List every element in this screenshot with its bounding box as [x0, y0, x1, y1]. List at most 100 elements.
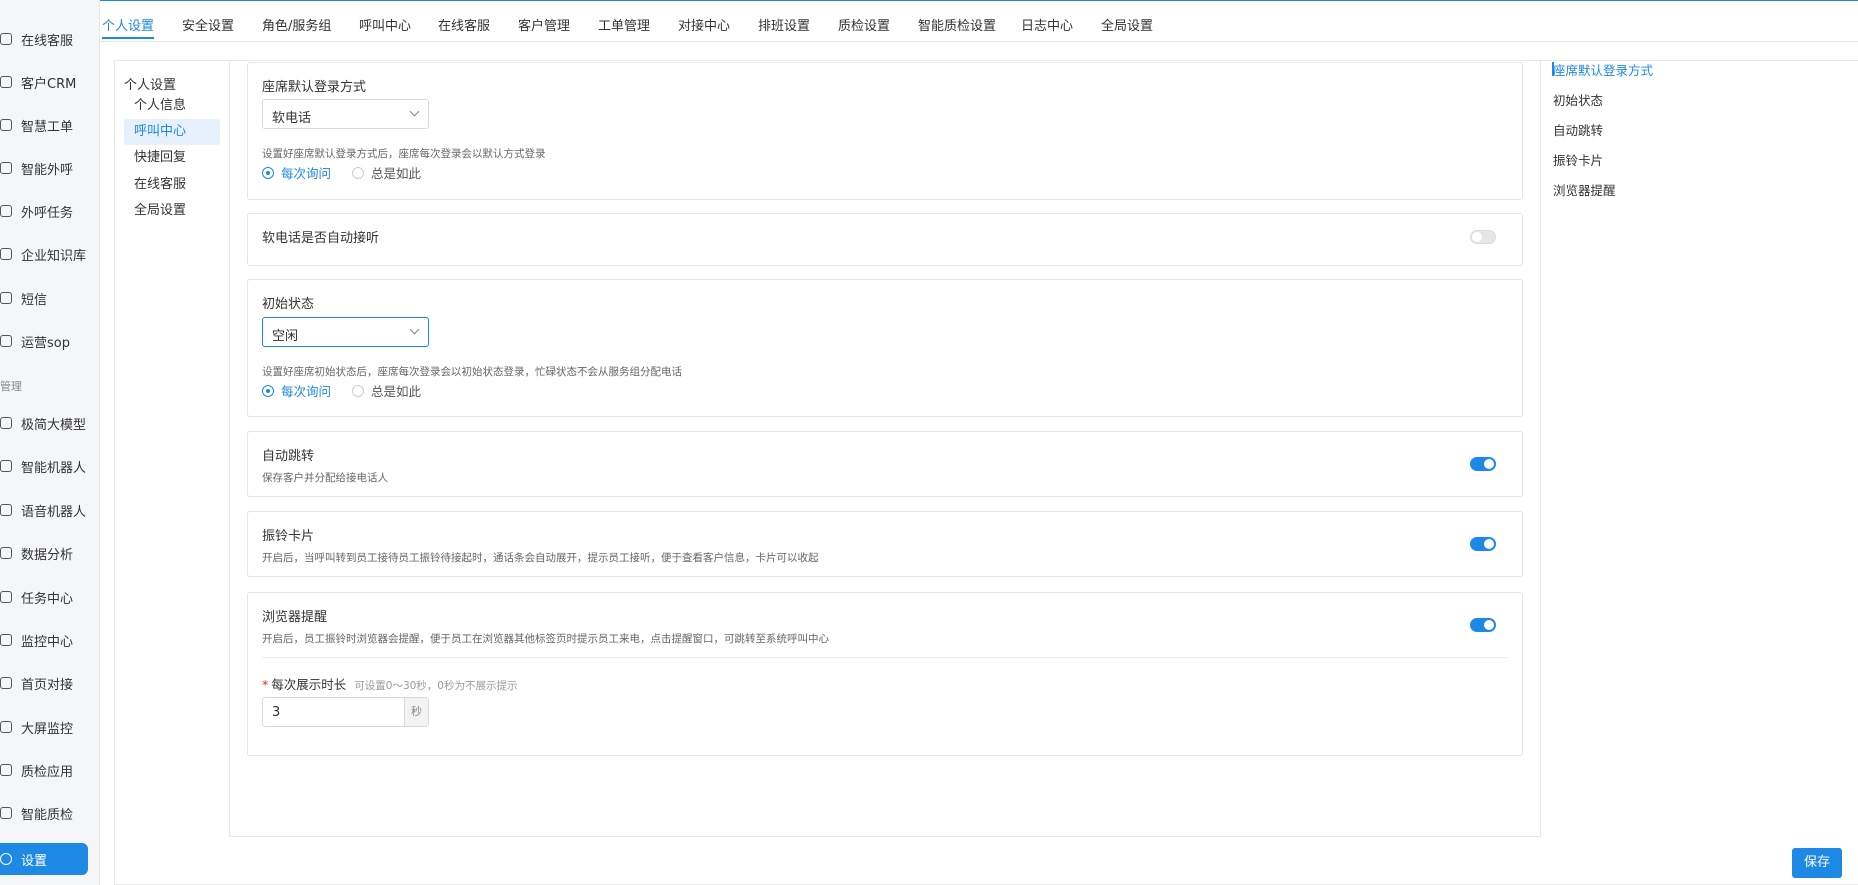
anchor-browser-alert[interactable]: 浏览器提醒 [1553, 180, 1616, 199]
sidebar-item-analytics[interactable]: 数据分析 [0, 537, 100, 569]
toggle-knob [1484, 539, 1494, 549]
radio-dot [262, 384, 274, 397]
sidebar-item-robot[interactable]: 智能机器人 [0, 450, 100, 482]
sidebar-item-settings[interactable]: 设置 [0, 843, 88, 875]
initial-radio-ask[interactable]: 每次询问 [262, 381, 331, 400]
login-radio-always[interactable]: 总是如此 [352, 163, 421, 182]
flow-icon [0, 335, 12, 347]
auto-answer-toggle[interactable] [1470, 230, 1496, 244]
monitor-icon [0, 634, 12, 646]
save-button[interactable]: 保存 [1792, 848, 1842, 878]
ring-card-card: 振铃卡片 开启后，当呼叫转到员工接待员工振铃待接起时，通话条会自动展开，提示员工… [247, 511, 1523, 577]
duration-hint: 可设置0～30秒，0秒为不展示提示 [354, 680, 518, 692]
sidebar-item-voice-robot[interactable]: 语音机器人 [0, 494, 100, 526]
sidebar-item-crm[interactable]: 客户CRM [0, 66, 100, 98]
gear-icon [0, 853, 12, 865]
initial-radio-always[interactable]: 总是如此 [352, 381, 421, 400]
anchor-ring-card[interactable]: 振铃卡片 [1553, 150, 1603, 169]
radio-label: 每次询问 [281, 384, 332, 399]
subnav-item-online-service[interactable]: 在线客服 [124, 172, 220, 198]
ring-card-toggle[interactable] [1470, 537, 1496, 551]
sidebar-item-llm[interactable]: 极简大模型 [0, 407, 100, 439]
smart-quality-icon [0, 807, 12, 819]
tab-roles[interactable]: 角色/服务组 [262, 15, 331, 34]
sidebar-item-online-service[interactable]: 在线客服 [0, 23, 100, 55]
auto-transfer-title: 自动跳转 [262, 449, 315, 464]
radio-dot [352, 384, 364, 397]
anchor-initial-state[interactable]: 初始状态 [1553, 90, 1603, 109]
left-sidebar: 在线客服 客户CRM 智慧工单 智能外呼 外呼任务 企业知识库 短信 运营sop… [0, 0, 100, 885]
tab-ticket[interactable]: 工单管理 [598, 15, 650, 34]
tab-customer[interactable]: 客户管理 [518, 15, 570, 34]
browser-alert-toggle[interactable] [1470, 618, 1496, 632]
sidebar-group-label: 管理 [0, 380, 22, 393]
browser-alert-card: 浏览器提醒 开启后，员工振铃时浏览器会提醒，便于员工在浏览器其他标签页时提示员工… [247, 592, 1523, 756]
tab-global[interactable]: 全局设置 [1101, 15, 1153, 34]
headset-icon [0, 33, 12, 45]
ring-card-desc: 开启后，当呼叫转到员工接待员工振铃待接起时，通话条会自动展开，提示员工接听，便于… [262, 552, 819, 564]
anchor-label: 座席默认登录方式 [1553, 63, 1654, 78]
browser-alert-title: 浏览器提醒 [262, 610, 328, 625]
duration-value: 3 [272, 705, 281, 720]
required-mark: * [262, 677, 269, 692]
sidebar-item-ticket[interactable]: 智慧工单 [0, 109, 100, 141]
initial-state-value: 空闲 [272, 329, 299, 344]
tab-smart-quality[interactable]: 智能质检设置 [918, 15, 996, 34]
duration-unit: 秒 [404, 698, 428, 726]
content-bottom-divider [230, 836, 1540, 837]
radio-label: 总是如此 [371, 166, 422, 181]
sidebar-item-smart-quality[interactable]: 智能质检 [0, 797, 100, 829]
sidebar-item-sop[interactable]: 运营sop [0, 325, 100, 357]
browser-alert-desc: 开启后，员工振铃时浏览器会提醒，便于员工在浏览器其他标签页时提示员工来电，点击提… [262, 633, 829, 645]
auto-transfer-desc: 保存客户并分配给接电话人 [262, 472, 388, 484]
initial-state-desc: 设置好座席初始状态后，座席每次登录会以初始状态登录，忙碌状态不会从服务组分配电话 [262, 366, 682, 378]
login-method-desc: 设置好座席默认登录方式后，座席每次登录会以默认方式登录 [262, 148, 546, 160]
login-method-card: 座席默认登录方式 软电话 设置好座席默认登录方式后，座席每次登录会以默认方式登录… [247, 62, 1523, 200]
login-method-select[interactable]: 软电话 [262, 99, 429, 129]
document-icon [0, 119, 12, 131]
sidebar-item-knowledge[interactable]: 企业知识库 [0, 238, 100, 270]
radio-dot [352, 166, 364, 179]
sidebar-item-big-screen[interactable]: 大屏监控 [0, 711, 100, 743]
login-radio-ask[interactable]: 每次询问 [262, 163, 331, 182]
tab-schedule[interactable]: 排班设置 [758, 15, 810, 34]
phone-icon [0, 162, 12, 174]
initial-state-title: 初始状态 [262, 297, 315, 312]
subnav-item-quick-reply[interactable]: 快捷回复 [124, 145, 220, 171]
user-icon [0, 76, 12, 88]
radio-label: 每次询问 [281, 166, 332, 181]
sidebar-item-sms[interactable]: 短信 [0, 282, 100, 314]
anchor-nav: 座席默认登录方式 初始状态 自动跳转 振铃卡片 浏览器提醒 [1540, 60, 1858, 837]
sidebar-item-monitor[interactable]: 监控中心 [0, 624, 100, 656]
subnav-item-global[interactable]: 全局设置 [124, 198, 220, 224]
tab-quality[interactable]: 质检设置 [838, 15, 890, 34]
toggle-knob [1484, 459, 1494, 469]
tab-online-service[interactable]: 在线客服 [438, 15, 490, 34]
tab-personal[interactable]: 个人设置 [102, 15, 155, 39]
top-tab-bar: 个人设置 安全设置 角色/服务组 呼叫中心 在线客服 客户管理 工单管理 对接中… [100, 0, 1858, 42]
sidebar-item-outbound-task[interactable]: 外呼任务 [0, 195, 100, 227]
chevron-down-icon [409, 324, 420, 335]
sidebar-item-home-link[interactable]: 首页对接 [0, 667, 100, 699]
subnav-item-call-center[interactable]: 呼叫中心 [124, 119, 220, 145]
home-link-icon [0, 677, 12, 689]
robot-icon [0, 460, 12, 472]
phone-task-icon [0, 205, 12, 217]
auto-transfer-toggle[interactable] [1470, 457, 1496, 471]
anchor-login-method[interactable]: 座席默认登录方式 [1552, 60, 1654, 79]
duration-label-row: * 每次展示时长 可设置0～30秒，0秒为不展示提示 [262, 674, 518, 693]
sidebar-item-quality-app[interactable]: 质检应用 [0, 754, 100, 786]
sidebar-item-task-center[interactable]: 任务中心 [0, 581, 100, 613]
tab-logs[interactable]: 日志中心 [1021, 15, 1073, 34]
tab-integration[interactable]: 对接中心 [678, 15, 730, 34]
tab-security[interactable]: 安全设置 [182, 15, 234, 34]
toggle-knob [1484, 620, 1494, 630]
duration-input[interactable]: 3 秒 [262, 697, 429, 727]
initial-state-select[interactable]: 空闲 [262, 317, 429, 347]
subnav-item-profile[interactable]: 个人信息 [124, 93, 220, 119]
sidebar-item-outbound[interactable]: 智能外呼 [0, 152, 100, 184]
toggle-knob [1472, 232, 1482, 242]
anchor-auto-transfer[interactable]: 自动跳转 [1553, 120, 1603, 139]
tab-call-center[interactable]: 呼叫中心 [359, 15, 411, 34]
radio-label: 总是如此 [371, 384, 422, 399]
